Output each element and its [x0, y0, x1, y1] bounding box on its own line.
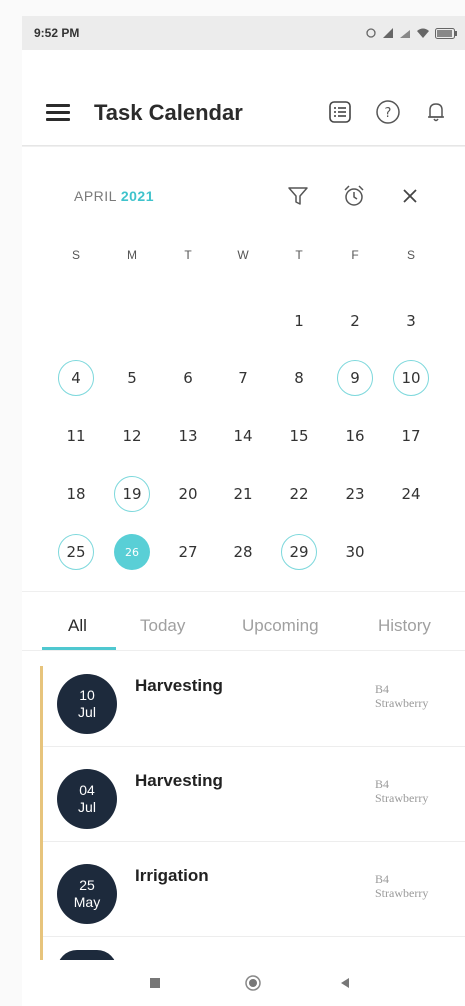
menu-icon[interactable] — [46, 104, 70, 122]
task-date: 04 Jul — [57, 769, 117, 829]
calendar-day[interactable]: 1 — [281, 303, 317, 339]
tab-history[interactable]: History — [378, 616, 431, 636]
back-icon[interactable] — [334, 972, 356, 994]
calendar-day[interactable]: 28 — [225, 534, 261, 570]
task-item[interactable]: 10 Jul Harvesting B4 Strawberry — [43, 652, 465, 747]
calendar-day[interactable]: 10 — [393, 360, 429, 396]
calendar-day[interactable]: 4 — [58, 360, 94, 396]
home-icon[interactable] — [242, 972, 264, 994]
task-day: 10 — [79, 687, 95, 703]
calendar-day[interactable]: 29 — [281, 534, 317, 570]
calendar-day[interactable]: 3 — [393, 303, 429, 339]
task-location: B4 Strawberry — [375, 777, 428, 805]
task-month: May — [73, 894, 101, 910]
svg-text:?: ? — [385, 106, 392, 121]
month-name: APRIL — [74, 188, 117, 204]
task-item[interactable]: 25 May Irrigation B4 Strawberry — [43, 842, 465, 937]
weekday-label: F — [351, 248, 359, 262]
calendar-day[interactable]: 2 — [337, 303, 373, 339]
weekday-label: S — [406, 248, 415, 262]
calendar-day[interactable]: 24 — [393, 476, 429, 512]
calendar-day[interactable]: 13 — [170, 418, 206, 454]
calendar-day[interactable]: 14 — [225, 418, 261, 454]
battery-icon — [435, 27, 457, 39]
task-title: Irrigation — [135, 866, 209, 885]
filter-icon[interactable] — [284, 182, 312, 210]
system-nav-bar — [22, 960, 465, 1006]
app-bar: Task Calendar ? — [22, 50, 465, 146]
task-tabs: All Today Upcoming History — [22, 591, 465, 651]
wifi-icon — [417, 28, 429, 38]
task-crop: Strawberry — [375, 696, 429, 710]
calendar-day[interactable]: 16 — [337, 418, 373, 454]
task-location: B4 Strawberry — [375, 872, 428, 900]
page-title: Task Calendar — [94, 100, 243, 125]
calendar-day-selected[interactable]: 26 — [114, 534, 150, 570]
status-icons — [365, 27, 457, 39]
signal-icon — [400, 30, 410, 38]
help-icon[interactable]: ? — [374, 98, 402, 126]
recents-icon[interactable] — [144, 972, 166, 994]
alarm-clock-icon[interactable] — [340, 182, 368, 210]
weekday-label: W — [237, 248, 249, 262]
task-month: Jul — [78, 704, 96, 720]
calendar-day[interactable]: 5 — [114, 360, 150, 396]
calendar-day[interactable]: 8 — [281, 360, 317, 396]
month-label: APRIL 2021 — [74, 188, 154, 204]
list-icon[interactable] — [326, 98, 354, 126]
weekday-label: T — [295, 248, 303, 262]
calendar-day[interactable]: 12 — [114, 418, 150, 454]
divider — [22, 146, 465, 147]
calendar-day[interactable]: 22 — [281, 476, 317, 512]
task-day: 25 — [79, 877, 95, 893]
calendar-day[interactable]: 11 — [58, 418, 94, 454]
task-block: B4 — [375, 682, 390, 696]
task-date: 10 Jul — [57, 674, 117, 734]
task-location: B4 Strawberry — [375, 682, 428, 710]
bell-icon[interactable] — [422, 98, 450, 126]
task-month: Jul — [78, 799, 96, 815]
calendar-day[interactable]: 6 — [170, 360, 206, 396]
status-time: 9:52 PM — [34, 26, 80, 40]
tab-upcoming[interactable]: Upcoming — [242, 616, 319, 636]
active-tab-indicator — [42, 647, 116, 650]
calendar-day[interactable]: 7 — [225, 360, 261, 396]
task-crop: Strawberry — [375, 791, 429, 805]
alarm-icon — [366, 28, 376, 38]
calendar-day[interactable]: 30 — [337, 534, 373, 570]
task-title: Harvesting — [135, 771, 223, 790]
tab-today[interactable]: Today — [140, 616, 185, 636]
calendar-day[interactable]: 9 — [337, 360, 373, 396]
task-day: 04 — [79, 782, 95, 798]
calendar-day[interactable]: 23 — [337, 476, 373, 512]
task-crop: Strawberry — [375, 886, 429, 900]
task-block: B4 — [375, 872, 390, 886]
task-item[interactable]: 04 Jul Harvesting B4 Strawberry — [43, 747, 465, 842]
weekday-label: S — [71, 248, 80, 262]
status-bar: 9:52 PM — [22, 16, 465, 50]
task-title: Harvesting — [135, 676, 223, 695]
calendar-day[interactable]: 15 — [281, 418, 317, 454]
tab-all[interactable]: All — [68, 616, 87, 636]
weekday-label: T — [184, 248, 192, 262]
task-block: B4 — [375, 777, 390, 791]
signal-icon — [383, 28, 393, 38]
weekday-label: M — [127, 248, 137, 262]
calendar-day[interactable]: 19 — [114, 476, 150, 512]
calendar-day[interactable]: 21 — [225, 476, 261, 512]
task-date: 25 May — [57, 864, 117, 924]
calendar-day[interactable]: 17 — [393, 418, 429, 454]
calendar-day[interactable]: 18 — [58, 476, 94, 512]
close-icon[interactable] — [396, 182, 424, 210]
phone-screen: 9:52 PM Task Calendar ? APRIL 2021 S M T… — [22, 16, 465, 1006]
calendar-day[interactable]: 25 — [58, 534, 94, 570]
calendar-day[interactable]: 20 — [170, 476, 206, 512]
year-label: 2021 — [120, 188, 154, 204]
calendar-day[interactable]: 27 — [170, 534, 206, 570]
